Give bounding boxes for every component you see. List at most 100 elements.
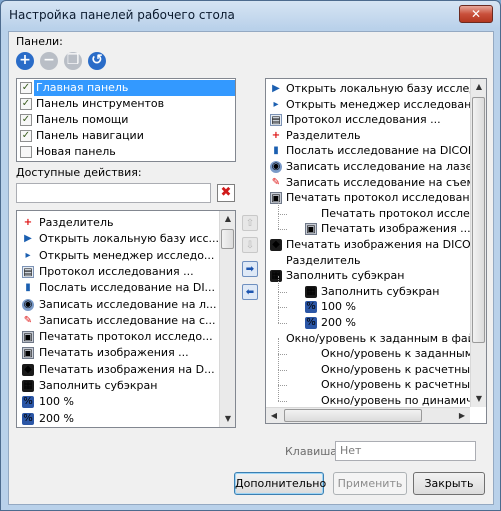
action-list-item[interactable]: ▣ Печатать изображения ... — [17, 345, 217, 361]
window-close-button[interactable]: ✕ — [459, 5, 493, 23]
action-label: Послать исследование на DI... — [39, 281, 216, 295]
advanced-button[interactable]: Дополнительно — [234, 472, 326, 495]
tree-item[interactable]: ▤ Протокол исследования ... — [266, 112, 469, 128]
available-actions-label: Доступные действия: — [16, 166, 142, 179]
tree-item[interactable]: ▣ Печатать протокол исследования ... — [266, 190, 486, 206]
clear-icon: ✖ — [220, 185, 232, 200]
panel-list-item[interactable]: ✓ Панель инструментов — [17, 96, 235, 112]
tree-item-label: Открыть менеджер исследований ... — [286, 97, 487, 111]
tree-item[interactable]: ▸ Открыть менеджер исследований ... — [266, 97, 486, 113]
print-dicom-icon: ◆ — [22, 363, 34, 376]
action-list-item[interactable]: ▮ Послать исследование на DI... — [17, 280, 217, 296]
action-label: 100 % — [39, 395, 74, 409]
tree-item[interactable]: ▦ Заполнить субэкран — [266, 268, 469, 284]
scroll-left-icon[interactable]: ◀ — [266, 408, 282, 423]
tree-child-item[interactable]: ▦ Заполнить субэкран — [266, 275, 469, 300]
scroll-thumb[interactable] — [284, 409, 422, 422]
checkbox-checked[interactable]: ✓ — [20, 98, 32, 110]
action-list-item[interactable]: ▦ Заполнить субэкран — [17, 378, 217, 394]
tree-child-item[interactable]: ▣ Печатать изображения ... — [266, 213, 471, 237]
hotkey-field[interactable]: Нет — [335, 441, 476, 461]
remove-panel-button[interactable]: − — [40, 52, 58, 70]
remove-from-panel-icon: ⬅ — [245, 287, 255, 298]
move-up-button[interactable]: ⇧ — [242, 215, 258, 231]
zoom-200-icon: % — [22, 412, 34, 425]
remove-icon: − — [43, 52, 55, 68]
tree-item[interactable]: ◆ Печатать изображения на DICOM пр — [266, 237, 486, 253]
action-label: Заполнить субэкран — [39, 379, 158, 392]
close-button[interactable]: Закрыть — [413, 472, 485, 495]
action-label: Открыть менеджер исследо... — [39, 248, 215, 262]
apply-button[interactable]: Применить — [333, 472, 407, 495]
panel-list-item[interactable]: ✓ Главная панель — [17, 80, 235, 96]
move-down-icon: ⇩ — [245, 240, 255, 251]
checkbox-unchecked[interactable] — [20, 146, 32, 158]
panel-items-tree[interactable]: ▶ Открыть локальную базу исследова ▸ Открыт… — [265, 78, 487, 424]
tree-item-label: 200 % — [321, 316, 356, 329]
copy-panel-button[interactable]: ❐ — [64, 52, 82, 70]
fill-subscreen-icon: ▦ — [270, 270, 282, 283]
add-to-panel-icon: ➡ — [245, 264, 255, 275]
tree-connector — [278, 385, 279, 401]
scroll-right-icon[interactable]: ▶ — [454, 408, 470, 423]
panel-items-vscrollbar[interactable]: ▲ ▼ — [470, 79, 486, 407]
panel-list-item[interactable]: ✓ Панель помощи — [17, 112, 235, 128]
tree-child-item[interactable]: % 200 % — [266, 307, 469, 331]
tree-item[interactable]: ✎ Записать исследование на съемный — [266, 175, 486, 191]
action-list-item[interactable]: ◉ Записать исследование на л... — [17, 297, 217, 313]
zoom-100-icon: % — [22, 396, 34, 409]
remove-from-panel-button[interactable]: ⬅ — [242, 284, 258, 300]
tree-child-item[interactable]: % 100 % — [266, 291, 469, 315]
add-to-panel-button[interactable]: ➡ — [242, 261, 258, 277]
action-list-item[interactable]: % 100 % — [17, 394, 217, 410]
tree-item[interactable]: ▶ Открыть локальную базу исследова — [266, 81, 486, 97]
scroll-thumb[interactable] — [221, 229, 234, 249]
scroll-down-icon[interactable]: ▼ — [220, 411, 235, 427]
action-list-item[interactable]: ▶ Открыть локальную базу исс... — [17, 231, 219, 247]
action-list-item[interactable]: + Разделитель — [17, 215, 217, 231]
tree-item[interactable]: ▮ Послать исследование на DICOM узел — [266, 143, 486, 159]
tree-connector — [278, 197, 279, 214]
scroll-up-icon[interactable]: ▲ — [220, 211, 235, 227]
checkbox-checked[interactable]: ✓ — [20, 130, 32, 142]
tree-child-item[interactable]: Печатать протокол исследов — [266, 197, 486, 222]
checkbox-checked[interactable]: ✓ — [20, 82, 32, 94]
write-removable-icon: ✎ — [23, 314, 33, 326]
tree-child-item[interactable]: Окно/уровень к расчетным п — [266, 369, 486, 393]
action-list-item[interactable]: ▸ Открыть менеджер исследо... — [17, 248, 217, 264]
add-icon: + — [19, 52, 31, 68]
title-bar[interactable]: Настройка панелей рабочего стола ✕ — [1, 1, 500, 31]
protocol-icon: ▤ — [270, 114, 282, 127]
move-down-button[interactable]: ⇩ — [242, 237, 258, 253]
panel-list-item[interactable]: Новая панель — [17, 144, 235, 160]
scroll-down-icon[interactable]: ▼ — [471, 391, 486, 407]
tree-child-item[interactable]: Окно/уровень к расчетным з — [266, 353, 486, 378]
panels-list[interactable]: ✓ Главная панель ✓ Панель инструментов ✓ Пане… — [16, 78, 236, 162]
tree-item[interactable]: Разделитель — [266, 253, 469, 269]
actions-list-scrollbar[interactable]: ▲ ▼ — [219, 211, 235, 427]
actions-search-input[interactable] — [16, 183, 211, 203]
tree-connector — [278, 369, 287, 371]
tree-item[interactable]: + Разделитель — [266, 128, 469, 144]
tree-child-item[interactable]: Окно/уровень к заданным в ф — [266, 338, 486, 362]
scroll-up-icon[interactable]: ▲ — [471, 79, 486, 95]
action-list-item[interactable]: ▣ Печатать протокол исследо... — [17, 329, 217, 345]
open-db-icon: ▶ — [24, 233, 32, 245]
checkbox-checked[interactable]: ✓ — [20, 114, 32, 126]
tree-item[interactable]: Окно/уровень к заданным в файле — [266, 331, 486, 347]
tree-item[interactable]: ◉ Записать исследование на лазерный — [266, 159, 486, 175]
action-list-item[interactable]: % 200 % — [17, 411, 217, 427]
manager-icon: ▸ — [273, 98, 279, 110]
action-list-item[interactable]: ✎ Записать исследование на с... — [17, 313, 217, 329]
available-actions-list[interactable]: + Разделитель ▶ Открыть локальную базу исс.… — [16, 210, 236, 428]
panel-list-item[interactable]: ✓ Панель навигации — [17, 128, 235, 144]
panel-items-hscrollbar[interactable]: ◀ ▶ — [266, 407, 470, 423]
panel-list-label: Главная панель — [36, 81, 129, 94]
clear-search-button[interactable]: ✖ — [217, 184, 235, 202]
scroll-thumb[interactable] — [472, 97, 485, 343]
rename-panel-button[interactable]: ↺ — [88, 52, 106, 70]
action-list-item[interactable]: ◆ Печатать изображения на D... — [17, 362, 217, 378]
action-list-item[interactable]: ▤ Протокол исследования ... — [17, 264, 217, 280]
tree-item-label: 100 % — [321, 300, 356, 314]
add-panel-button[interactable]: + — [16, 52, 34, 70]
